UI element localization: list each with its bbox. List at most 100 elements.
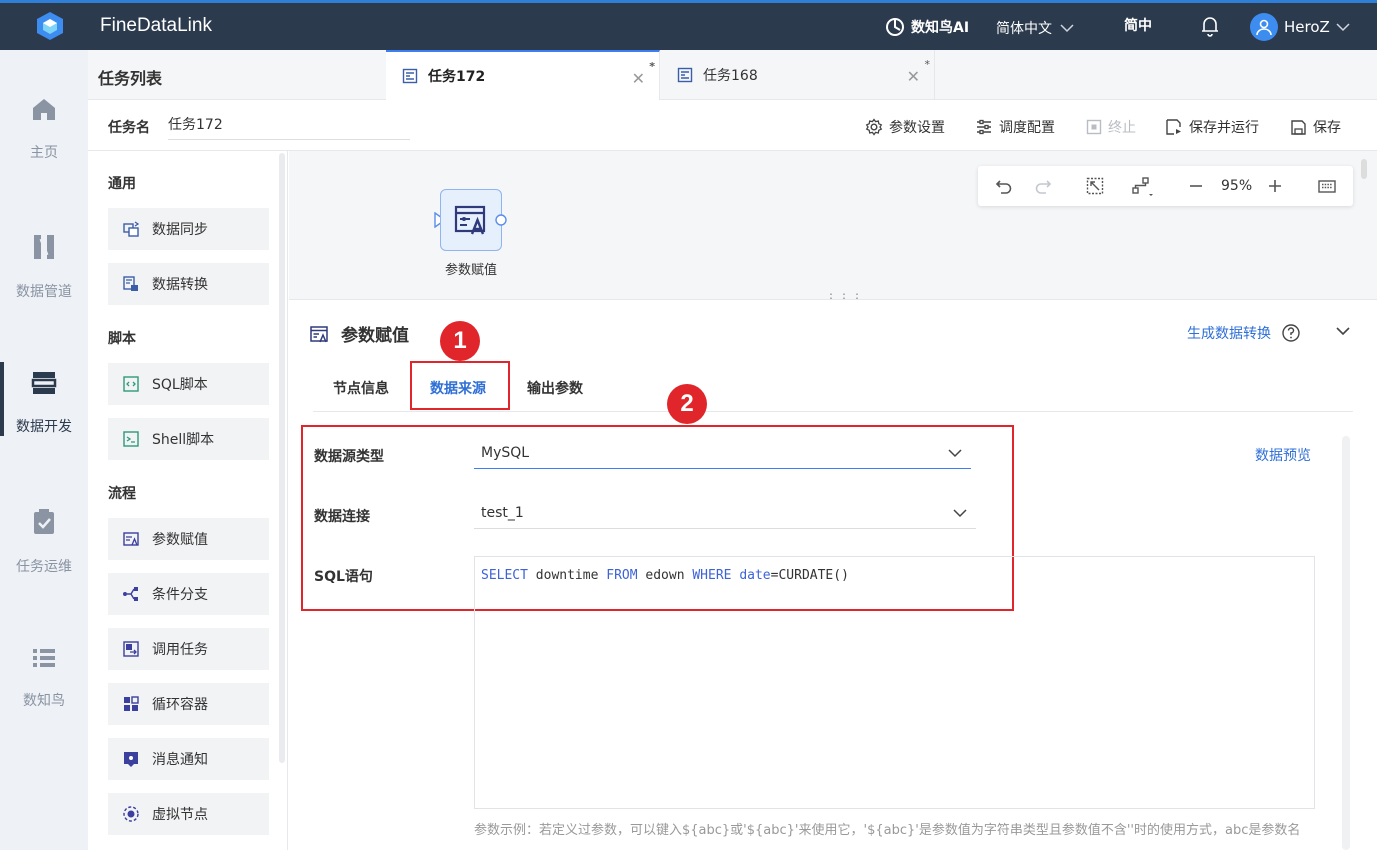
palette-item-condition-branch[interactable]: 条件分支 — [108, 573, 269, 615]
gear-icon — [865, 118, 883, 136]
task-toolbar: 任务名 任务172 参数设置 调度配置 终止 保存并运行 保存 — [88, 100, 1377, 151]
tab-output-params[interactable]: 输出参数 — [527, 378, 583, 398]
source-type-select[interactable]: MySQL — [474, 438, 971, 469]
nav-bird[interactable]: 数知鸟 — [0, 646, 88, 710]
sql-token: date — [731, 568, 771, 583]
tab-task168[interactable]: 任务168 ✕ * — [661, 50, 935, 100]
fit-view-icon[interactable] — [1085, 176, 1105, 196]
save-button[interactable]: 保存 — [1290, 117, 1341, 137]
sql-token: downtime — [527, 568, 607, 583]
user-name: HeroZ — [1284, 18, 1330, 36]
step-badge-1: 1 — [440, 321, 480, 361]
param-settings-button[interactable]: 参数设置 — [865, 117, 945, 137]
bell-icon[interactable] — [1200, 15, 1220, 37]
palette-item-virtual-node[interactable]: 虚拟节点 — [108, 793, 269, 835]
palette-item-param-assign[interactable]: 参数赋值 — [108, 518, 269, 560]
palette-item-data-sync[interactable]: 数据同步 — [108, 208, 269, 250]
sliders-icon — [977, 119, 991, 135]
palette-item-label: 参数赋值 — [152, 532, 208, 548]
save-and-run-button[interactable]: 保存并运行 — [1165, 117, 1259, 137]
palette-item-label: 虚拟节点 — [152, 807, 208, 823]
nav-label: 数据开发 — [16, 419, 72, 435]
stop-label: 终止 — [1108, 120, 1136, 136]
flow-canvas[interactable]: 95% 参数赋值 ⋮⋮⋮ — [289, 151, 1377, 305]
palette-item-call-task[interactable]: 调用任务 — [108, 628, 269, 670]
save-and-run-label: 保存并运行 — [1189, 120, 1259, 136]
sql-editor[interactable]: SELECT downtime FROM edown WHERE date=CU… — [474, 556, 1315, 809]
modified-indicator: * — [924, 58, 931, 71]
palette-scrollbar[interactable] — [279, 153, 285, 763]
canvas-toolbar: 95% — [978, 166, 1353, 206]
canvas-scrollbar[interactable] — [1361, 159, 1367, 179]
tab-label: 任务172 — [428, 69, 486, 85]
terminal-icon — [123, 431, 139, 447]
generate-transform-label: 生成数据转换 — [1187, 326, 1271, 342]
palette-item-data-transform[interactable]: 数据转换 — [108, 263, 269, 305]
tab-task172[interactable]: 任务172 ✕ * — [386, 50, 660, 100]
user-menu[interactable]: HeroZ — [1250, 13, 1350, 41]
tab-node-info[interactable]: 节点信息 — [333, 378, 389, 398]
connection-label: 数据连接 — [314, 509, 370, 525]
node-output-port-icon[interactable] — [494, 213, 508, 227]
ai-assistant-button[interactable]: 数知鸟AI — [885, 17, 969, 37]
keyboard-icon[interactable] — [1317, 176, 1337, 196]
data-sync-icon — [123, 221, 140, 237]
connection-select[interactable]: test_1 — [474, 498, 976, 529]
data-transform-icon — [123, 276, 138, 291]
redo-icon[interactable] — [1033, 176, 1053, 196]
language-select[interactable]: 简体中文 — [996, 18, 1074, 38]
param-assign-node[interactable] — [440, 189, 502, 251]
panel-scrollbar[interactable] — [1342, 436, 1350, 850]
pipeline-icon — [34, 235, 54, 259]
zoom-in-icon[interactable] — [1266, 176, 1284, 196]
highlight-box-1 — [410, 361, 510, 410]
nav-develop[interactable]: 数据开发 — [0, 362, 88, 436]
layout-icon[interactable] — [1131, 176, 1155, 198]
avatar — [1250, 13, 1278, 41]
language-label: 简体中文 — [996, 21, 1052, 37]
task-name-input[interactable]: 任务172 — [168, 114, 410, 140]
param-assign-icon — [454, 205, 486, 235]
schedule-config-button[interactable]: 调度配置 — [975, 117, 1055, 137]
close-icon[interactable]: ✕ — [907, 67, 920, 86]
palette-item-loop-container[interactable]: 循环容器 — [108, 683, 269, 725]
palette-item-label: 消息通知 — [152, 752, 208, 768]
task-name-label: 任务名 — [108, 120, 150, 136]
task-tabs: 任务172 ✕ * 任务168 ✕ * — [386, 50, 1377, 100]
sql-keyword: FROM — [606, 568, 638, 583]
param-settings-label: 参数设置 — [889, 120, 945, 136]
palette-item-label: Shell脚本 — [152, 432, 215, 448]
develop-icon — [31, 372, 57, 394]
nav-home[interactable]: 主页 — [0, 96, 88, 162]
call-task-icon — [123, 641, 139, 657]
palette-item-shell-script[interactable]: Shell脚本 — [108, 418, 269, 460]
message-icon — [124, 752, 138, 767]
locale-toggle[interactable]: 简中 — [1124, 15, 1152, 35]
palette-section-title: 流程 — [108, 486, 136, 502]
modified-indicator: * — [649, 60, 655, 73]
nav-ops[interactable]: 任务运维 — [0, 508, 88, 576]
generate-transform-link[interactable]: 生成数据转换 — [1187, 323, 1301, 343]
help-icon[interactable] — [1281, 323, 1301, 343]
bird-icon — [886, 18, 904, 36]
chevron-down-icon — [1336, 23, 1350, 32]
source-type-value: MySQL — [481, 445, 530, 461]
task-list-header: 任务列表 — [88, 50, 386, 100]
nav-label: 任务运维 — [16, 559, 72, 575]
palette-item-sql-script[interactable]: SQL脚本 — [108, 363, 269, 405]
nav-pipeline[interactable]: 数据管道 — [0, 233, 88, 301]
zoom-level: 95% — [1221, 178, 1253, 194]
palette-item-label: SQL脚本 — [152, 377, 208, 393]
data-preview-link[interactable]: 数据预览 — [1255, 445, 1311, 465]
chevron-down-icon — [948, 449, 962, 458]
close-icon[interactable]: ✕ — [632, 69, 645, 88]
undo-icon[interactable] — [994, 176, 1014, 196]
palette-item-notification[interactable]: 消息通知 — [108, 738, 269, 780]
chevron-down-icon[interactable] — [1335, 323, 1351, 339]
sql-keyword: SELECT — [481, 568, 528, 583]
stop-button[interactable]: 终止 — [1086, 117, 1136, 137]
tab-label: 任务168 — [703, 68, 758, 84]
nav-label: 数知鸟 — [23, 693, 65, 709]
zoom-out-icon[interactable] — [1187, 176, 1205, 196]
save-label: 保存 — [1313, 120, 1341, 136]
